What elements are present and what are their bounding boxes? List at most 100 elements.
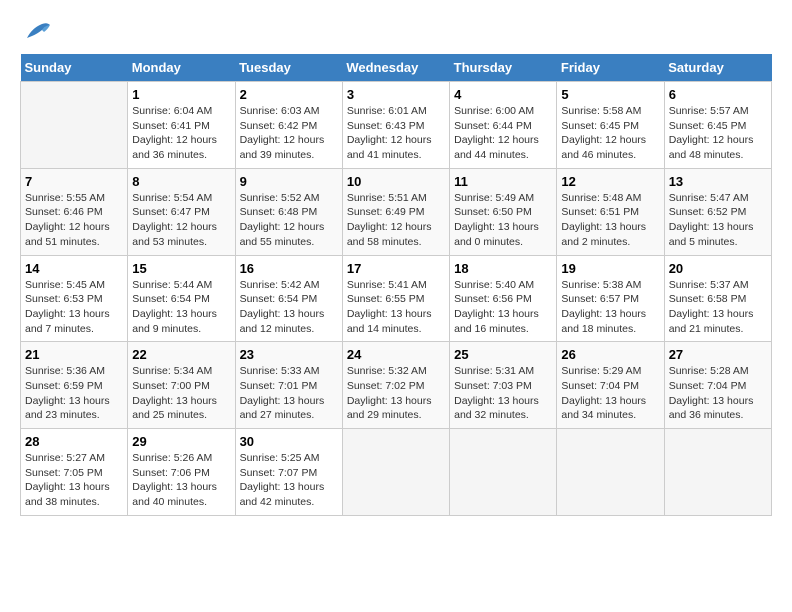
calendar-cell — [21, 82, 128, 169]
day-number: 6 — [669, 87, 767, 102]
day-info: Sunrise: 6:03 AM Sunset: 6:42 PM Dayligh… — [240, 104, 338, 163]
calendar-cell: 7Sunrise: 5:55 AM Sunset: 6:46 PM Daylig… — [21, 168, 128, 255]
day-number: 14 — [25, 261, 123, 276]
calendar-week-row: 21 Sunrise: 5:36 AM Sunset: 6:59 PM Dayli… — [21, 342, 772, 429]
calendar-week-row: 14 Sunrise: 5:45 AM Sunset: 6:53 PM Dayli… — [21, 255, 772, 342]
day-number: 19 — [561, 261, 659, 276]
day-info: Sunrise: 6:04 AM Sunset: 6:41 PM Dayligh… — [132, 104, 230, 163]
day-info: Sunrise: 5:52 AM Sunset: 6:48 PM Dayligh… — [240, 191, 338, 250]
day-number: 26 — [561, 347, 659, 362]
day-info: Sunrise: 5:51 AM Sunset: 6:49 PM Dayligh… — [347, 191, 445, 250]
day-info: Sunrise: 5:25 AM Sunset: 7:07 PM Dayligh… — [240, 451, 338, 510]
day-info: Sunrise: 5:33 AM Sunset: 7:01 PM Dayligh… — [240, 364, 338, 423]
day-info: Sunrise: 5:41 AM Sunset: 6:55 PM Dayligh… — [347, 278, 445, 337]
calendar-cell: 11 Sunrise: 5:49 AM Sunset: 6:50 PM Dayli… — [450, 168, 557, 255]
day-number: 13 — [669, 174, 767, 189]
day-number: 23 — [240, 347, 338, 362]
day-number: 21 — [25, 347, 123, 362]
calendar-cell: 10 Sunrise: 5:51 AM Sunset: 6:49 PM Dayli… — [342, 168, 449, 255]
calendar-cell: 5 Sunrise: 5:58 AM Sunset: 6:45 PM Daylig… — [557, 82, 664, 169]
day-number: 17 — [347, 261, 445, 276]
calendar-cell — [450, 429, 557, 516]
day-number: 4 — [454, 87, 552, 102]
day-number: 15 — [132, 261, 230, 276]
calendar-cell: 23 Sunrise: 5:33 AM Sunset: 7:01 PM Dayli… — [235, 342, 342, 429]
calendar-header-thursday: Thursday — [450, 54, 557, 82]
calendar-cell: 15 Sunrise: 5:44 AM Sunset: 6:54 PM Dayli… — [128, 255, 235, 342]
day-number: 10 — [347, 174, 445, 189]
calendar-header-tuesday: Tuesday — [235, 54, 342, 82]
calendar-cell: 20 Sunrise: 5:37 AM Sunset: 6:58 PM Dayli… — [664, 255, 771, 342]
day-number: 5 — [561, 87, 659, 102]
day-info: Sunrise: 5:38 AM Sunset: 6:57 PM Dayligh… — [561, 278, 659, 337]
calendar-cell: 4 Sunrise: 6:00 AM Sunset: 6:44 PM Daylig… — [450, 82, 557, 169]
day-number: 29 — [132, 434, 230, 449]
calendar-cell: 13 Sunrise: 5:47 AM Sunset: 6:52 PM Dayli… — [664, 168, 771, 255]
calendar-cell: 24 Sunrise: 5:32 AM Sunset: 7:02 PM Dayli… — [342, 342, 449, 429]
day-number: 27 — [669, 347, 767, 362]
calendar-cell: 28 Sunrise: 5:27 AM Sunset: 7:05 PM Dayli… — [21, 429, 128, 516]
calendar-week-row: 7Sunrise: 5:55 AM Sunset: 6:46 PM Daylig… — [21, 168, 772, 255]
calendar-cell: 14 Sunrise: 5:45 AM Sunset: 6:53 PM Dayli… — [21, 255, 128, 342]
calendar-cell: 1Sunrise: 6:04 AM Sunset: 6:41 PM Daylig… — [128, 82, 235, 169]
calendar-cell: 27 Sunrise: 5:28 AM Sunset: 7:04 PM Dayli… — [664, 342, 771, 429]
day-number: 20 — [669, 261, 767, 276]
calendar-cell: 18 Sunrise: 5:40 AM Sunset: 6:56 PM Dayli… — [450, 255, 557, 342]
day-info: Sunrise: 6:00 AM Sunset: 6:44 PM Dayligh… — [454, 104, 552, 163]
day-number: 2 — [240, 87, 338, 102]
day-info: Sunrise: 5:48 AM Sunset: 6:51 PM Dayligh… — [561, 191, 659, 250]
day-info: Sunrise: 5:45 AM Sunset: 6:53 PM Dayligh… — [25, 278, 123, 337]
calendar-cell: 30 Sunrise: 5:25 AM Sunset: 7:07 PM Dayli… — [235, 429, 342, 516]
calendar-header-row: SundayMondayTuesdayWednesdayThursdayFrid… — [21, 54, 772, 82]
calendar-header-saturday: Saturday — [664, 54, 771, 82]
calendar-cell — [557, 429, 664, 516]
day-number: 3 — [347, 87, 445, 102]
day-number: 25 — [454, 347, 552, 362]
day-number: 7 — [25, 174, 123, 189]
day-info: Sunrise: 5:40 AM Sunset: 6:56 PM Dayligh… — [454, 278, 552, 337]
calendar-week-row: 1Sunrise: 6:04 AM Sunset: 6:41 PM Daylig… — [21, 82, 772, 169]
calendar-header-monday: Monday — [128, 54, 235, 82]
day-info: Sunrise: 5:26 AM Sunset: 7:06 PM Dayligh… — [132, 451, 230, 510]
calendar-header-friday: Friday — [557, 54, 664, 82]
day-info: Sunrise: 5:27 AM Sunset: 7:05 PM Dayligh… — [25, 451, 123, 510]
day-info: Sunrise: 5:44 AM Sunset: 6:54 PM Dayligh… — [132, 278, 230, 337]
calendar-header-sunday: Sunday — [21, 54, 128, 82]
day-number: 24 — [347, 347, 445, 362]
day-info: Sunrise: 5:49 AM Sunset: 6:50 PM Dayligh… — [454, 191, 552, 250]
calendar-cell: 6Sunrise: 5:57 AM Sunset: 6:45 PM Daylig… — [664, 82, 771, 169]
day-number: 22 — [132, 347, 230, 362]
day-info: Sunrise: 5:42 AM Sunset: 6:54 PM Dayligh… — [240, 278, 338, 337]
calendar-cell: 3Sunrise: 6:01 AM Sunset: 6:43 PM Daylig… — [342, 82, 449, 169]
day-info: Sunrise: 5:54 AM Sunset: 6:47 PM Dayligh… — [132, 191, 230, 250]
day-number: 18 — [454, 261, 552, 276]
calendar-cell — [342, 429, 449, 516]
day-info: Sunrise: 5:37 AM Sunset: 6:58 PM Dayligh… — [669, 278, 767, 337]
day-info: Sunrise: 5:36 AM Sunset: 6:59 PM Dayligh… — [25, 364, 123, 423]
day-number: 28 — [25, 434, 123, 449]
day-number: 30 — [240, 434, 338, 449]
day-number: 12 — [561, 174, 659, 189]
day-number: 8 — [132, 174, 230, 189]
calendar-table: SundayMondayTuesdayWednesdayThursdayFrid… — [20, 54, 772, 516]
day-info: Sunrise: 5:47 AM Sunset: 6:52 PM Dayligh… — [669, 191, 767, 250]
calendar-cell: 21 Sunrise: 5:36 AM Sunset: 6:59 PM Dayli… — [21, 342, 128, 429]
calendar-cell: 9Sunrise: 5:52 AM Sunset: 6:48 PM Daylig… — [235, 168, 342, 255]
day-info: Sunrise: 5:28 AM Sunset: 7:04 PM Dayligh… — [669, 364, 767, 423]
day-info: Sunrise: 5:58 AM Sunset: 6:45 PM Dayligh… — [561, 104, 659, 163]
logo — [20, 20, 52, 44]
day-number: 16 — [240, 261, 338, 276]
calendar-week-row: 28 Sunrise: 5:27 AM Sunset: 7:05 PM Dayli… — [21, 429, 772, 516]
day-info: Sunrise: 5:29 AM Sunset: 7:04 PM Dayligh… — [561, 364, 659, 423]
logo-bird-icon — [22, 20, 52, 44]
calendar-cell: 16 Sunrise: 5:42 AM Sunset: 6:54 PM Dayli… — [235, 255, 342, 342]
day-number: 11 — [454, 174, 552, 189]
day-info: Sunrise: 5:32 AM Sunset: 7:02 PM Dayligh… — [347, 364, 445, 423]
calendar-header-wednesday: Wednesday — [342, 54, 449, 82]
calendar-cell: 2 Sunrise: 6:03 AM Sunset: 6:42 PM Daylig… — [235, 82, 342, 169]
calendar-cell: 26 Sunrise: 5:29 AM Sunset: 7:04 PM Dayli… — [557, 342, 664, 429]
calendar-cell — [664, 429, 771, 516]
calendar-cell: 12 Sunrise: 5:48 AM Sunset: 6:51 PM Dayli… — [557, 168, 664, 255]
calendar-cell: 25Sunrise: 5:31 AM Sunset: 7:03 PM Dayli… — [450, 342, 557, 429]
calendar-cell: 8 Sunrise: 5:54 AM Sunset: 6:47 PM Daylig… — [128, 168, 235, 255]
